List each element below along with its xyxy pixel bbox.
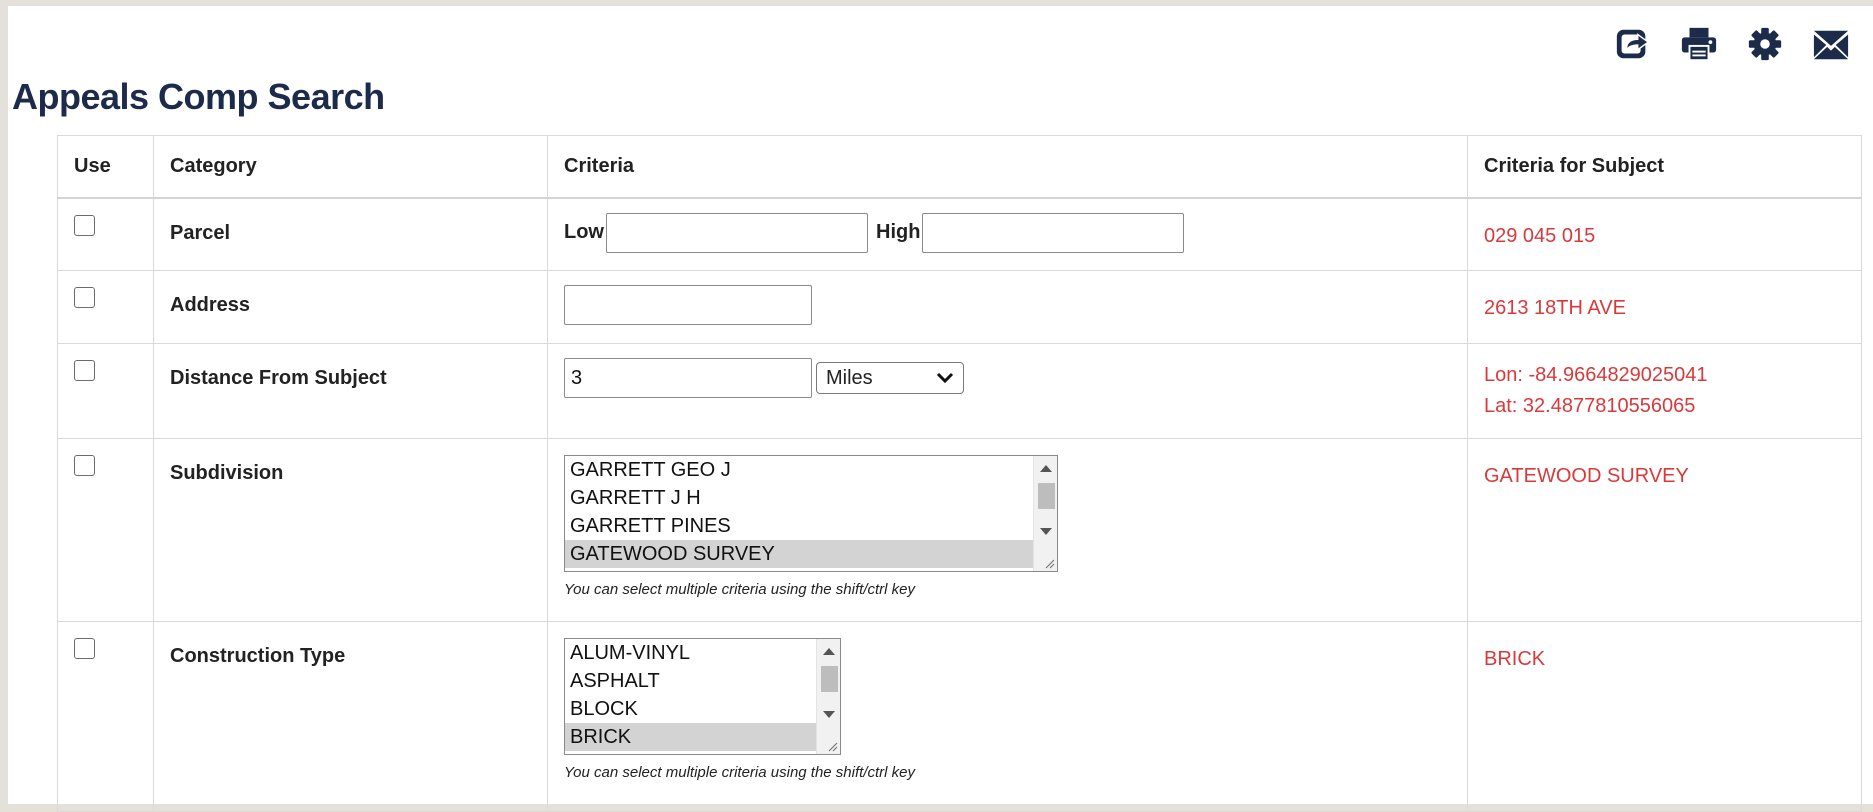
category-parcel: Parcel	[170, 221, 231, 244]
multi-select-hint: You can select multiple criteria using t…	[564, 764, 915, 781]
subject-longitude: Lon: -84.9664829025041	[1484, 364, 1708, 386]
subject-parcel: 029 045 015	[1484, 224, 1596, 247]
share-button[interactable]	[1613, 24, 1653, 64]
parcel-high-input[interactable]	[922, 212, 1185, 253]
distance-input[interactable]	[564, 358, 812, 398]
scroll-down-arrow-icon[interactable]	[1040, 528, 1052, 535]
settings-button[interactable]	[1745, 24, 1785, 64]
use-checkbox-parcel[interactable]	[74, 214, 95, 236]
share-icon	[1616, 29, 1650, 59]
use-checkbox-construction[interactable]	[74, 638, 95, 659]
subject-subdivision: GATEWOOD SURVEY	[1484, 465, 1689, 487]
use-checkbox-address[interactable]	[74, 287, 95, 308]
print-icon	[1681, 27, 1717, 62]
category-subdivision: Subdivision	[170, 462, 284, 484]
table-header-row: Use Category Criteria Criteria for Subje…	[57, 135, 1862, 199]
header-subject: Criteria for Subject	[1467, 135, 1862, 199]
criteria-table: Use Category Criteria Criteria for Subje…	[57, 135, 1862, 812]
list-item-selected[interactable]: BRICK	[565, 723, 840, 751]
list-item[interactable]: GARRETT J H	[565, 484, 1057, 512]
use-checkbox-distance[interactable]	[74, 360, 95, 381]
category-address: Address	[170, 294, 251, 316]
chevron-down-icon	[936, 372, 954, 384]
distance-unit-value: Miles	[826, 366, 873, 389]
table-row-construction: Construction Type ALUM-VINYL ASPHALT BLO…	[57, 621, 1862, 812]
page: Appeals Comp Search Use Category Criteri…	[8, 6, 1873, 812]
multi-select-hint: You can select multiple criteria using t…	[564, 581, 915, 598]
gear-icon	[1748, 27, 1782, 61]
construction-listbox[interactable]: ALUM-VINYL ASPHALT BLOCK BRICK	[564, 638, 841, 755]
table-row-address: Address 2613 18TH AVE	[57, 270, 1862, 344]
page-title: Appeals Comp Search	[12, 76, 385, 117]
email-icon	[1813, 30, 1849, 60]
list-item[interactable]: GARRETT GEO J	[565, 456, 1057, 484]
low-label: Low	[564, 221, 604, 243]
print-button[interactable]	[1679, 24, 1719, 64]
scroll-down-arrow-icon[interactable]	[823, 711, 835, 718]
header-use: Use	[57, 135, 154, 199]
list-item[interactable]: BLOCK	[565, 695, 840, 723]
table-row-distance: Distance From Subject Miles Lon: -84.966…	[57, 343, 1862, 439]
parcel-range: Low High	[564, 199, 1451, 253]
subject-latitude: Lat: 32.4877810556065	[1484, 395, 1696, 417]
table-row-parcel: Parcel Low High 029 045 015	[57, 197, 1862, 271]
resize-grip-icon[interactable]	[1043, 557, 1055, 569]
resize-grip-icon[interactable]	[826, 740, 838, 752]
email-button[interactable]	[1811, 24, 1851, 64]
list-item[interactable]: ASPHALT	[565, 667, 840, 695]
category-distance: Distance From Subject	[170, 367, 387, 389]
scroll-thumb[interactable]	[821, 666, 838, 692]
list-item[interactable]: ALUM-VINYL	[565, 639, 840, 667]
category-construction: Construction Type	[170, 645, 346, 667]
scroll-up-arrow-icon[interactable]	[823, 648, 835, 655]
list-item[interactable]: GARRETT PINES	[565, 512, 1057, 540]
table-row-subdivision: Subdivision GARRETT GEO J GARRETT J H GA…	[57, 438, 1862, 622]
distance-unit-select[interactable]: Miles	[816, 362, 964, 394]
scroll-up-arrow-icon[interactable]	[1040, 465, 1052, 472]
scroll-thumb[interactable]	[1038, 483, 1055, 509]
subdivision-listbox[interactable]: GARRETT GEO J GARRETT J H GARRETT PINES …	[564, 455, 1058, 572]
address-input[interactable]	[564, 285, 812, 325]
header-category: Category	[153, 135, 548, 199]
list-item-selected[interactable]: GATEWOOD SURVEY	[565, 540, 1057, 568]
subject-construction: BRICK	[1484, 648, 1546, 670]
use-checkbox-subdivision[interactable]	[74, 455, 95, 476]
parcel-low-input[interactable]	[606, 212, 868, 253]
subject-address: 2613 18TH AVE	[1484, 297, 1626, 319]
listbox-scrollbar[interactable]	[1033, 456, 1057, 571]
header-criteria: Criteria	[547, 135, 1468, 199]
listbox-scrollbar[interactable]	[816, 639, 840, 754]
toolbar	[1613, 24, 1851, 64]
high-label: High	[876, 221, 921, 243]
